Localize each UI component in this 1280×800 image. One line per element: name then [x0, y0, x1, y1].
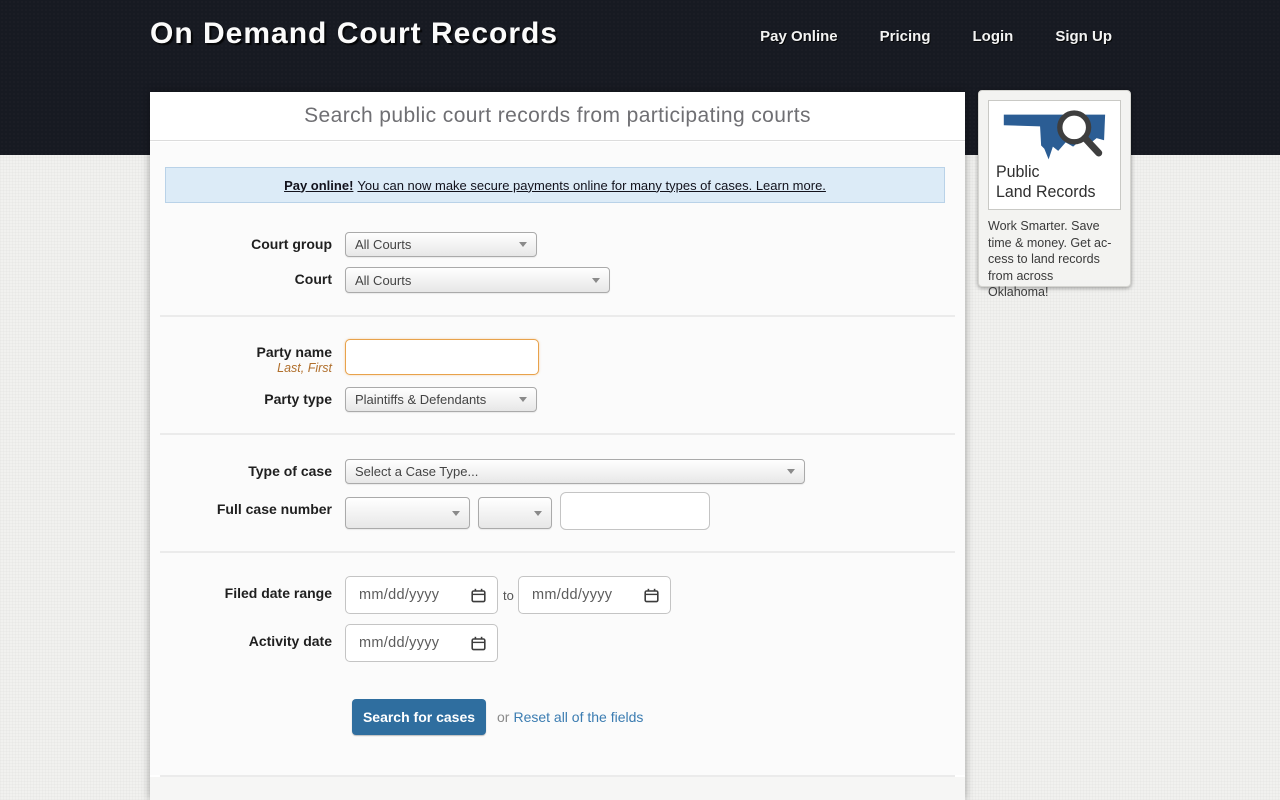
reset-fields-link[interactable]: Reset all of the fields [513, 709, 643, 725]
nav-pay-online[interactable]: Pay Online [760, 28, 838, 45]
divider [160, 775, 955, 777]
public-land-records-wordmark: Public Land Records [996, 162, 1095, 203]
ad-description-line: time & money. Get ac- [988, 235, 1121, 252]
panel-bottom-section [150, 777, 965, 800]
wordmark-line2: Land Records [996, 182, 1095, 203]
activity-date-input[interactable]: mm/dd/yyyy [345, 624, 498, 662]
filed-date-from-input[interactable]: mm/dd/yyyy [345, 576, 498, 614]
nav-login[interactable]: Login [973, 28, 1014, 45]
filed-date-range-label: Filed date range [150, 585, 332, 601]
divider [160, 315, 955, 317]
case-type-select[interactable]: Select a Case Type... [345, 459, 805, 484]
chevron-down-icon [452, 511, 460, 516]
top-nav: Pay Online Pricing Login Sign Up [760, 28, 1112, 45]
date-range-separator: to [503, 588, 514, 603]
date-placeholder: mm/dd/yyyy [359, 635, 439, 651]
court-value: All Courts [355, 273, 411, 288]
submit-secondary-actions: orReset all of the fields [497, 709, 643, 725]
court-group-select[interactable]: All Courts [345, 232, 537, 257]
ad-description-line: from across [988, 268, 1121, 285]
chevron-down-icon [519, 397, 527, 402]
pay-online-alert-link[interactable]: Pay online! You can now make secure paym… [165, 167, 945, 203]
court-group-label: Court group [150, 236, 332, 252]
case-number-type-select[interactable] [478, 497, 552, 529]
divider [160, 551, 955, 553]
court-label: Court [150, 271, 332, 287]
alert-lead-text: Pay online! [284, 178, 353, 193]
court-group-value: All Courts [355, 237, 411, 252]
divider [160, 433, 955, 435]
ad-description-line: Oklahoma! [988, 284, 1121, 301]
case-number-input[interactable] [560, 492, 710, 530]
search-panel: Search public court records from partici… [150, 92, 965, 800]
case-number-year-select[interactable] [345, 497, 470, 529]
date-placeholder: mm/dd/yyyy [359, 587, 439, 603]
party-type-value: Plaintiffs & Defendants [355, 392, 486, 407]
public-land-records-ad[interactable]: Public Land Records Work Smarter. Save t… [978, 90, 1131, 287]
ad-description-line: cess to land records [988, 251, 1121, 268]
date-placeholder: mm/dd/yyyy [532, 587, 612, 603]
ad-description-line: Work Smarter. Save [988, 218, 1121, 235]
nav-sign-up[interactable]: Sign Up [1055, 28, 1112, 45]
chevron-down-icon [534, 511, 542, 516]
chevron-down-icon [592, 278, 600, 283]
wordmark-line1: Public [996, 162, 1095, 183]
court-select[interactable]: All Courts [345, 267, 610, 293]
activity-date-label: Activity date [150, 633, 332, 649]
party-name-label-text: Party name [150, 344, 332, 360]
or-text: or [497, 709, 509, 725]
type-of-case-label: Type of case [150, 463, 332, 479]
oklahoma-magnifier-icon [993, 105, 1117, 169]
site-logo[interactable]: On Demand Court Records [150, 17, 558, 51]
page-title: Search public court records from partici… [304, 104, 811, 128]
chevron-down-icon [519, 242, 527, 247]
public-land-records-logo: Public Land Records [988, 100, 1121, 210]
calendar-icon[interactable] [471, 636, 486, 651]
search-for-cases-button[interactable]: Search for cases [352, 699, 486, 735]
case-type-value: Select a Case Type... [355, 464, 478, 479]
nav-pricing[interactable]: Pricing [880, 28, 931, 45]
party-type-select[interactable]: Plaintiffs & Defendants [345, 387, 537, 412]
full-case-number-label: Full case number [150, 501, 332, 517]
ad-description: Work Smarter. Save time & money. Get ac-… [988, 218, 1121, 301]
calendar-icon[interactable] [471, 588, 486, 603]
alert-body-text: You can now make secure payments online … [357, 178, 826, 193]
panel-title-bar: Search public court records from partici… [150, 92, 965, 141]
party-name-hint: Last, First [150, 361, 332, 375]
party-type-label: Party type [150, 391, 332, 407]
calendar-icon[interactable] [644, 588, 659, 603]
party-name-label: Party name Last, First [150, 344, 332, 375]
filed-date-to-input[interactable]: mm/dd/yyyy [518, 576, 671, 614]
chevron-down-icon [787, 469, 795, 474]
party-name-input[interactable] [345, 339, 539, 375]
